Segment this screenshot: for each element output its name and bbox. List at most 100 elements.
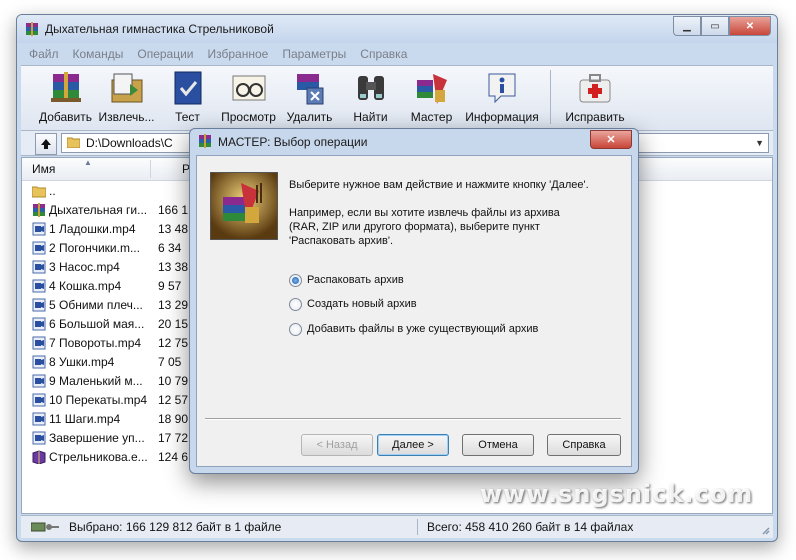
find-label: Найти — [353, 110, 388, 124]
wizard-label: Мастер — [410, 110, 453, 124]
minimize-icon: ▁ — [683, 20, 691, 32]
menu-file[interactable]: Файл — [29, 45, 59, 63]
winrar-icon — [26, 22, 38, 36]
ebook-file-icon — [32, 450, 46, 465]
option-create[interactable]: Создать новый архив — [289, 296, 417, 312]
sort-arrow-icon: ▲ — [84, 158, 92, 167]
status-bar: Выбрано: 166 129 812 байт в 1 файле Всег… — [21, 515, 773, 538]
file-name: Дыхательная ги... — [49, 203, 148, 217]
arrow-up-icon — [41, 139, 51, 149]
video-file-icon — [32, 374, 46, 388]
video-file-icon — [32, 393, 46, 407]
winrar-dialog-icon — [199, 134, 211, 148]
watermark-text: www.sngsnick.com — [480, 480, 754, 508]
file-name: 8 Ушки.mp4 — [49, 355, 115, 369]
view-button[interactable]: Просмотр — [218, 66, 279, 128]
wizard-dialog: МАСТЕР: Выбор операции ✕ Выберите нужное… — [189, 128, 639, 474]
info-button[interactable]: Информация — [462, 66, 542, 128]
folder-icon — [67, 137, 80, 148]
status-selected: Выбрано: 166 129 812 байт в 1 файле — [69, 520, 282, 534]
add-button[interactable]: Добавить — [35, 66, 96, 128]
maximize-button[interactable]: ▭ — [701, 16, 729, 36]
address-dropdown-icon[interactable]: ▼ — [755, 134, 764, 152]
delete-button[interactable]: Удалить — [279, 66, 340, 128]
find-button[interactable]: Найти — [340, 66, 401, 128]
view-icon — [232, 75, 265, 101]
file-name: 6 Большой мая... — [49, 317, 145, 331]
video-file-icon — [32, 431, 46, 445]
find-icon — [357, 76, 384, 100]
back-button[interactable]: < Назад — [301, 434, 373, 456]
radio-icon — [289, 322, 302, 336]
info-label: Информация — [465, 110, 539, 124]
wizard-illustration-icon — [210, 172, 278, 240]
repair-button[interactable]: Исправить — [559, 66, 631, 128]
video-file-icon — [32, 260, 46, 274]
delete-label: Удалить — [286, 110, 333, 124]
close-icon: ✕ — [606, 134, 616, 146]
toolbar-separator — [550, 70, 551, 124]
dialog-body: Выберите нужное вам действие и нажмите к… — [196, 155, 632, 467]
file-name: 10 Перекаты.mp4 — [49, 393, 148, 407]
wizard-icon — [416, 74, 447, 104]
option-extract-label: Распаковать архив — [307, 274, 404, 286]
video-file-icon — [32, 355, 46, 369]
add-archive-icon — [50, 72, 81, 102]
test-button[interactable]: Тест — [157, 66, 218, 128]
instruction-text: Выберите нужное вам действие и нажмите к… — [289, 179, 589, 191]
window-title: Дыхательная гимнастика Стрельниковой — [45, 22, 274, 36]
option-extract[interactable]: Распаковать архив — [289, 272, 404, 288]
add-label: Добавить — [38, 110, 93, 124]
menu-options[interactable]: Параметры — [282, 45, 346, 63]
maximize-icon: ▭ — [710, 20, 720, 32]
extract-button[interactable]: Извлечь... — [96, 66, 157, 128]
option-create-label: Создать новый архив — [307, 298, 417, 310]
status-total: Всего: 458 410 260 байт в 14 файлах — [427, 520, 634, 534]
title-bar[interactable]: Дыхательная гимнастика Стрельниковой ▁ ▭… — [17, 15, 777, 43]
menu-commands[interactable]: Команды — [73, 45, 124, 63]
rar-archive-icon — [32, 203, 46, 217]
video-file-icon — [32, 317, 46, 331]
option-add-label: Добавить файлы в уже существующий архив — [307, 323, 539, 335]
file-name: Стрельникова.е... — [49, 450, 148, 464]
status-divider — [417, 519, 418, 535]
file-name: 11 Шаги.mp4 — [49, 412, 121, 426]
minimize-button[interactable]: ▁ — [673, 16, 701, 36]
menu-favorites[interactable]: Избранное — [208, 45, 269, 63]
wizard-button[interactable]: Мастер — [401, 66, 462, 128]
radio-selected-icon — [289, 273, 302, 287]
file-name: 7 Повороты.mp4 — [49, 336, 142, 350]
extract-label: Извлечь... — [98, 110, 155, 124]
address-path: D:\Downloads\С — [86, 136, 173, 150]
video-file-icon — [32, 336, 46, 350]
up-folder-button[interactable] — [35, 133, 57, 155]
dialog-divider — [205, 418, 621, 420]
toolbar: Добавить Извлечь... Тест Просмотр Удалит… — [21, 65, 773, 131]
file-name: Завершение уп... — [49, 431, 145, 445]
resize-grip-icon[interactable] — [760, 525, 770, 535]
help-button[interactable]: Справка — [547, 434, 621, 456]
cancel-button[interactable]: Отмена — [462, 434, 534, 456]
video-file-icon — [32, 241, 46, 255]
repair-icon — [579, 74, 611, 103]
view-label: Просмотр — [221, 110, 276, 124]
video-file-icon — [32, 298, 46, 312]
repair-label: Исправить — [565, 110, 625, 124]
column-name[interactable]: Имя — [32, 162, 55, 176]
drive-key-icon — [31, 522, 59, 532]
option-add[interactable]: Добавить файлы в уже существующий архив — [289, 321, 538, 337]
column-divider[interactable] — [150, 160, 151, 178]
menu-operations[interactable]: Операции — [137, 45, 193, 63]
extract-icon — [111, 73, 142, 103]
dialog-close-button[interactable]: ✕ — [590, 130, 632, 149]
next-button[interactable]: Далее > — [377, 434, 449, 456]
video-file-icon — [32, 279, 46, 293]
radio-icon — [289, 297, 302, 311]
folder-up-icon — [31, 184, 47, 198]
file-name: .. — [49, 184, 56, 198]
close-button[interactable]: ✕ — [729, 16, 771, 36]
video-file-icon — [32, 222, 46, 236]
menu-help[interactable]: Справка — [360, 45, 407, 63]
video-file-icon — [32, 412, 46, 426]
file-name: 2 Погончики.m... — [49, 241, 140, 255]
